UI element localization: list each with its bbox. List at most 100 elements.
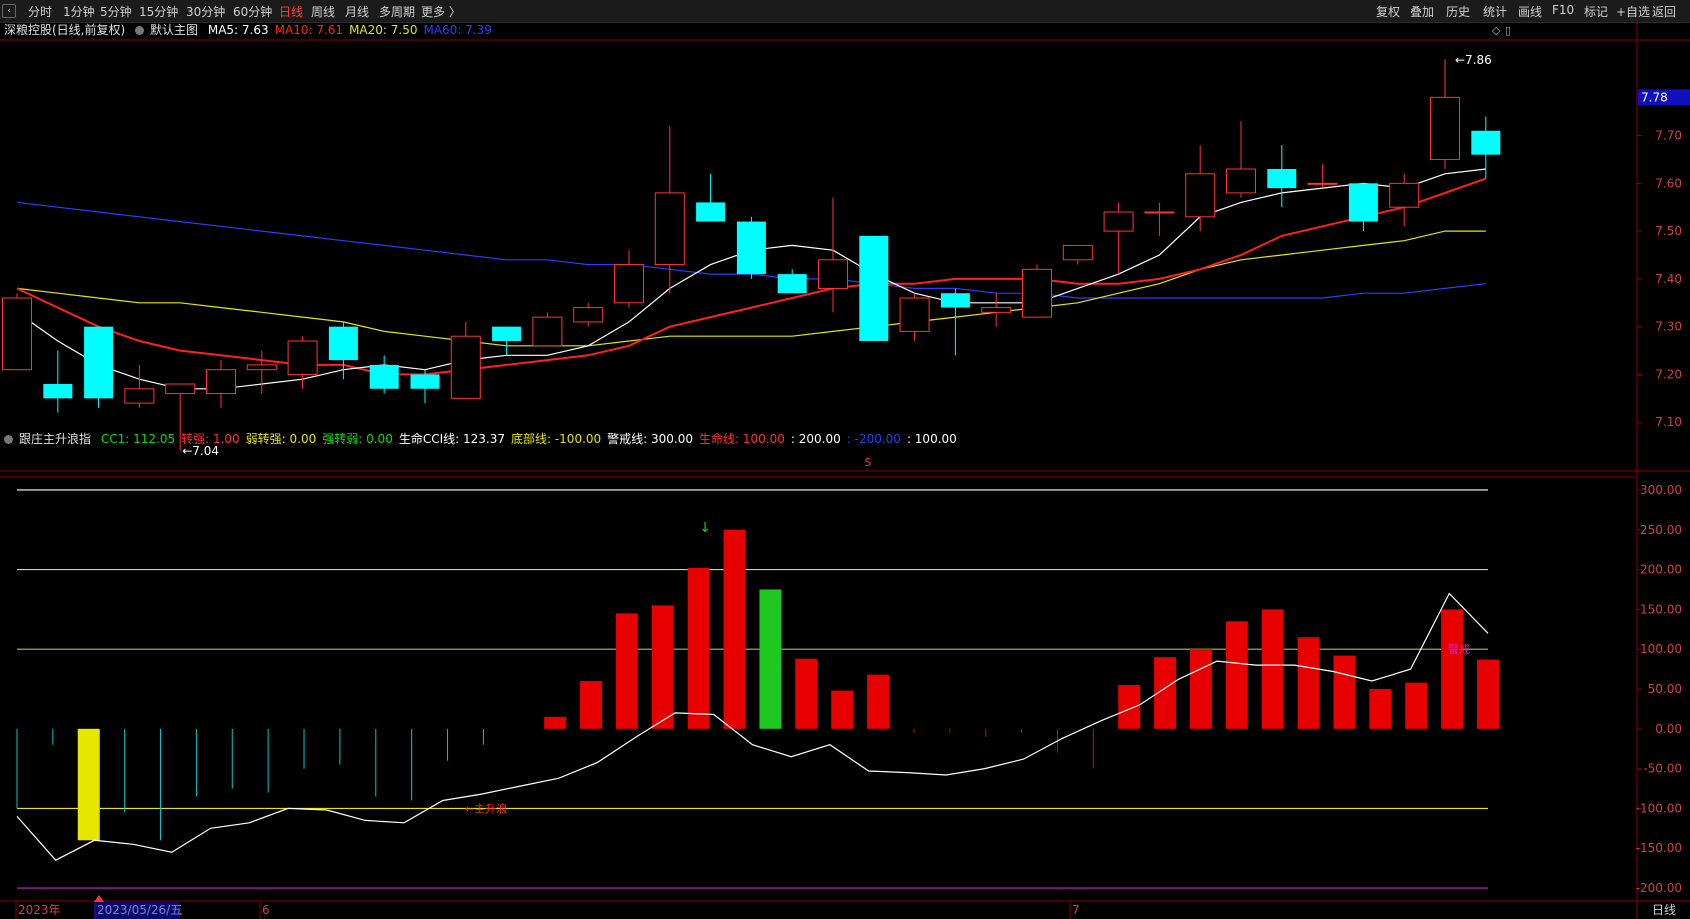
candle-body-9: [369, 364, 399, 389]
indicator-label-9: : -200.00: [846, 432, 901, 446]
cc1-bar-17: [615, 613, 638, 729]
cc1-bar-33: [1189, 649, 1212, 729]
ind-tick-label-6: 0.00: [1655, 722, 1682, 736]
tool-button-1[interactable]: 叠加: [1410, 3, 1434, 20]
candle-body-13: [532, 316, 563, 347]
last-price-box: [1638, 89, 1690, 106]
indicator-name[interactable]: 跟庄主升浪指: [19, 432, 91, 446]
candle-body-35: [1430, 96, 1460, 160]
ind-tick-label-7: -50.00: [1643, 762, 1682, 776]
candle-body-36: [1471, 130, 1501, 155]
indicator-label-1: 转强: 1.00: [181, 432, 240, 446]
window-icon[interactable]: ▯: [1505, 24, 1511, 37]
ma-label-0: MA5: 7.63: [207, 23, 269, 37]
cc1-bar-34: [1225, 621, 1248, 729]
indicator-label-0: CC1: 112.05: [100, 432, 176, 446]
tool-button-6[interactable]: 标记: [1584, 3, 1608, 20]
period-tab-10[interactable]: 更多 〉: [421, 3, 461, 20]
tool-button-4[interactable]: 画线: [1518, 3, 1542, 20]
indicator-label-2: 弱转强: 0.00: [245, 432, 317, 446]
candle-body-7: [287, 340, 318, 375]
ma-label-2: MA20: 7.50: [349, 23, 418, 37]
ind-tick-label-5: 50.00: [1648, 682, 1682, 696]
ma-label-3: MA60: 7.39: [423, 23, 492, 37]
candle-body-10: [410, 374, 440, 389]
candle-body-21: [859, 235, 889, 341]
candle-body-17: [696, 202, 726, 222]
candle-body-4: [165, 383, 196, 395]
tool-button-8[interactable]: 返回: [1652, 3, 1676, 20]
settings-dot-icon[interactable]: [135, 26, 145, 35]
tool-button-7[interactable]: +自选: [1616, 3, 1650, 20]
cc1-bar-35: [1261, 609, 1284, 729]
price-tick-label-2: 7.50: [1655, 224, 1682, 238]
ind-tick-label-9: -150.00: [1636, 841, 1682, 855]
top-toolbar: ‹ 分时 1分钟 5分钟 15分钟 30分钟 60分钟 日线 周线 月线 多周期 更多 〉 复权 叠加…: [0, 0, 1690, 23]
ma10-line: [16, 177, 1487, 376]
candle-body-20: [818, 259, 848, 289]
tool-button-5[interactable]: F10: [1552, 3, 1574, 17]
candle-body-26: [1062, 244, 1093, 261]
tool-button-3[interactable]: 统计: [1483, 3, 1507, 20]
cc1-bar-38: [1369, 689, 1392, 729]
cc1-bar-20: [723, 529, 746, 729]
period-tab-2[interactable]: 5分钟: [100, 3, 132, 20]
price-tick-label-4: 7.30: [1655, 320, 1682, 334]
period-tab-1[interactable]: 1分钟: [63, 3, 95, 20]
price-tick-label-6: 7.10: [1655, 415, 1682, 429]
candle-body-29: [1185, 173, 1216, 218]
cc1-bar-22: [795, 658, 818, 729]
candle-body-27: [1103, 211, 1134, 232]
ind-tick-label-1: 250.00: [1640, 523, 1682, 537]
period-tab-5[interactable]: 60分钟: [233, 3, 272, 20]
price-tick-label-5: 7.20: [1655, 367, 1682, 381]
candle-body-28: [1144, 211, 1175, 214]
indicator-label-5: 底部线: -100.00: [510, 432, 602, 446]
candle-body-24: [981, 307, 1012, 313]
period-tab-7[interactable]: 周线: [311, 3, 335, 20]
diamond-icon[interactable]: ◇: [1492, 24, 1500, 37]
indicator-label-7: 生命线: 100.00: [699, 432, 785, 446]
candle-body-5: [206, 369, 236, 395]
date-label-3: 7: [1072, 903, 1080, 917]
candle-body-0: [2, 297, 32, 371]
cci-life-line: [16, 592, 1489, 861]
indicator-label-10: : 100.00: [906, 432, 957, 446]
period-tab-9[interactable]: 多周期: [379, 3, 415, 20]
candle-body-18: [736, 221, 766, 275]
cc1-bar-2: [77, 728, 100, 841]
date-label-0: 2023年: [18, 903, 61, 917]
ma-legend: MA5: 7.63 MA10: 7.61 MA20: 7.50 MA60: 7.39: [208, 23, 498, 37]
period-tab-3[interactable]: 15分钟: [139, 3, 178, 20]
cc1-bar-21: [759, 589, 782, 729]
period-tab-4[interactable]: 30分钟: [186, 3, 225, 20]
date-cursor-box: [94, 902, 180, 919]
tool-button-2[interactable]: 历史: [1446, 3, 1470, 20]
period-tab-8[interactable]: 月线: [345, 3, 369, 20]
indicator-settings-dot-icon[interactable]: [4, 435, 13, 444]
candle-body-22: [899, 297, 930, 332]
candle-body-31: [1267, 169, 1297, 189]
cc1-bar-24: [867, 674, 890, 729]
cc1-bar-18: [651, 605, 674, 729]
period-tab-6[interactable]: 日线: [279, 3, 303, 20]
down-arrow-icon: ↓: [699, 520, 711, 536]
main-info-bar: 深粮控股(日线,前复权) 默认主图 MA5: 7.63 MA10: 7.61 MA2…: [4, 21, 504, 39]
ind-tick-label-4: 100.00: [1640, 642, 1682, 656]
candle-body-6: [246, 364, 277, 371]
s-marker: S: [865, 456, 872, 469]
cc1-bar-23: [831, 690, 854, 729]
tool-button-0[interactable]: 复权: [1376, 3, 1400, 20]
template-name[interactable]: 默认主图: [150, 23, 198, 37]
ma-label-1: MA10: 7.61: [274, 23, 344, 37]
indicator-label-8: : 200.00: [790, 432, 841, 446]
cc1-bar-15: [544, 716, 567, 729]
candle-body-12: [492, 326, 522, 341]
ind-tick-label-2: 200.00: [1640, 563, 1682, 577]
cc1-bar-39: [1405, 682, 1428, 729]
ind-tick-label-3: 150.00: [1640, 602, 1682, 616]
cc1-bar-19: [687, 567, 710, 729]
back-arrow-icon[interactable]: ‹: [2, 4, 16, 18]
cc1-bar-37: [1333, 655, 1356, 729]
period-tab-0[interactable]: 分时: [28, 3, 52, 20]
